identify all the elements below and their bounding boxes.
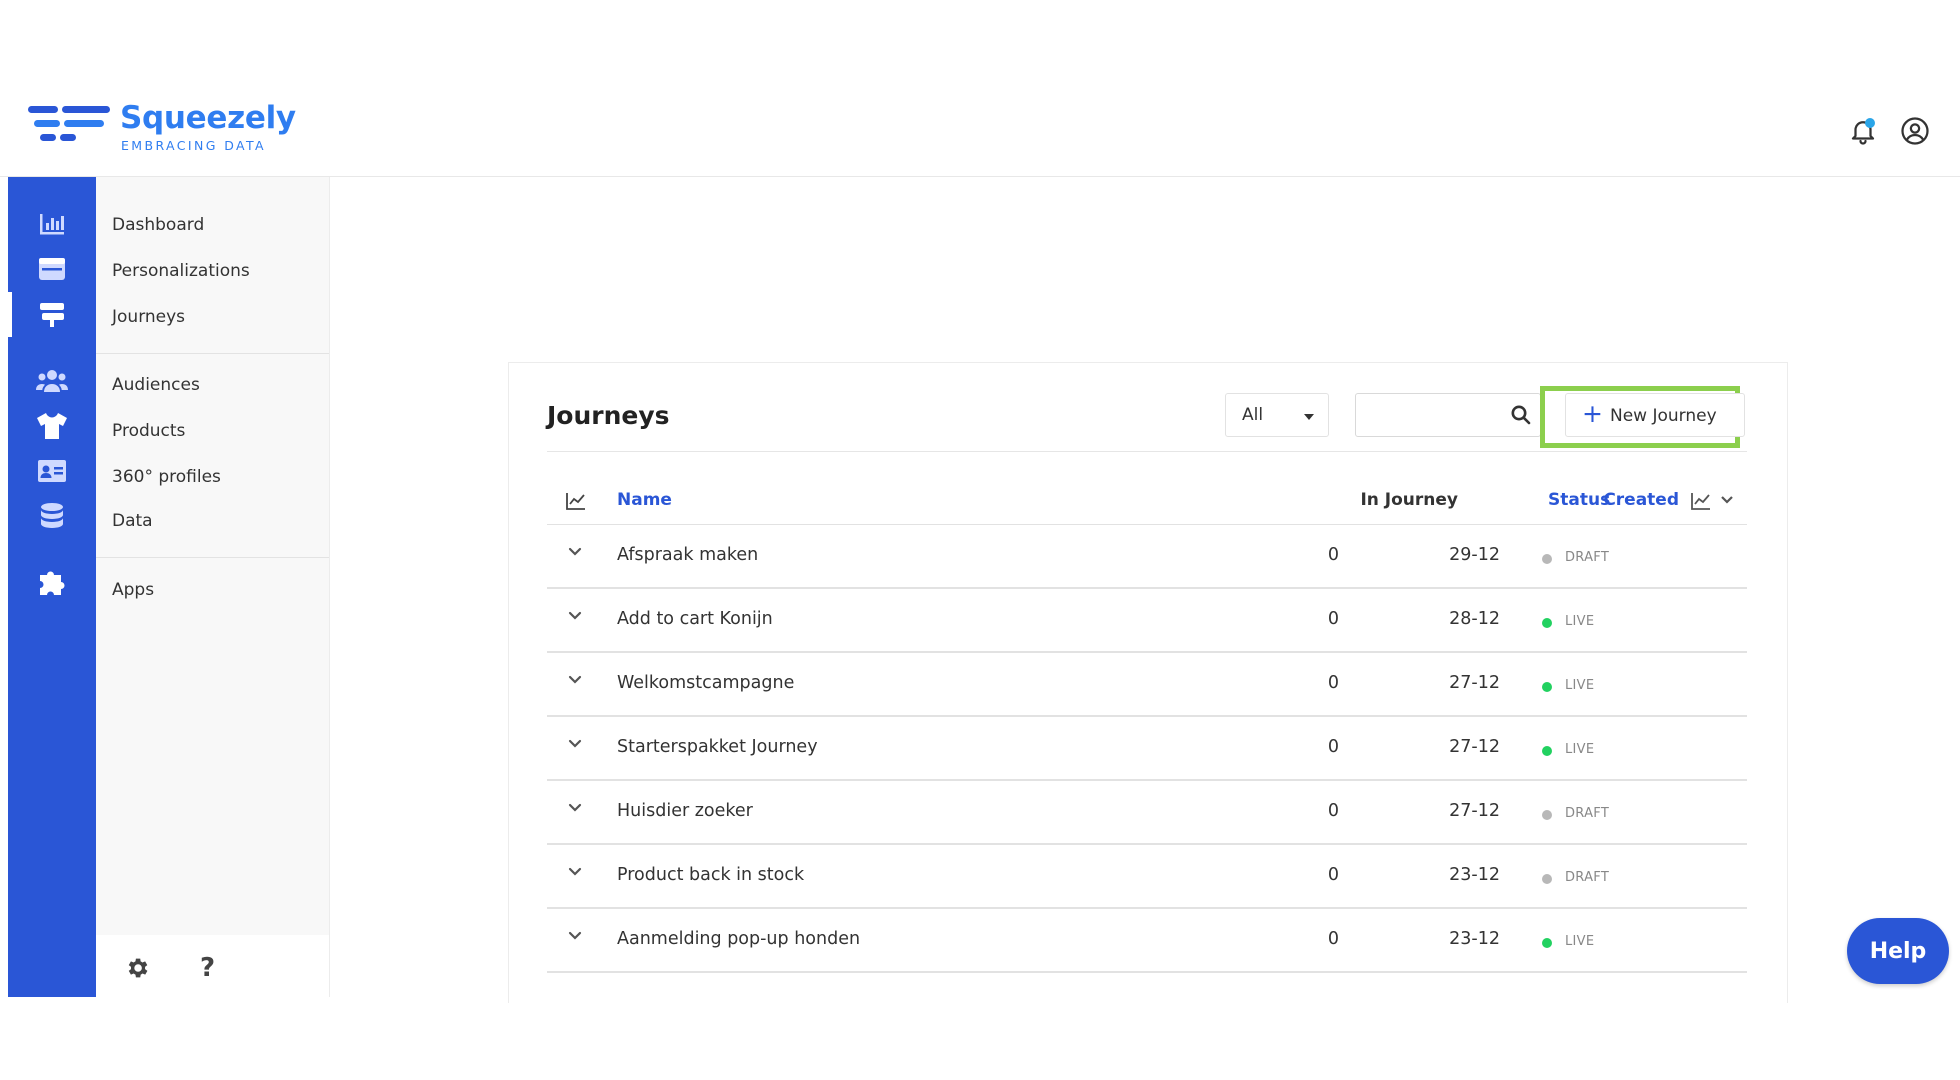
status-badge: DRAFT [1565,870,1610,885]
chevron-down-icon[interactable] [567,927,583,947]
nav-item-journeys[interactable]: Journeys [112,307,185,327]
gear-icon[interactable] [124,955,150,988]
in-journey-count: 0 [1327,545,1339,565]
brand-name: Squeezely [120,100,296,136]
search-box[interactable] [1355,393,1541,437]
plus-icon: + [1582,399,1603,428]
status-dot [1542,554,1552,564]
status-badge: DRAFT [1565,550,1610,565]
in-journey-count: 0 [1327,609,1339,629]
status-badge: DRAFT [1565,806,1610,821]
caret-down-icon [1304,414,1314,420]
created-date: 23-12 [1449,865,1500,885]
shirt-icon[interactable] [8,408,96,444]
chart-toggle-icon[interactable] [565,491,587,515]
table-row[interactable]: Aanmelding pop-up honden 0 23-12 LIVE [547,909,1747,973]
table-row[interactable]: Afspraak maken 0 29-12 DRAFT [547,525,1747,589]
table-row[interactable]: Starterspakket Journey 0 27-12 LIVE [547,717,1747,781]
status-badge: LIVE [1565,678,1595,693]
column-header-status[interactable]: Status [1548,490,1610,510]
sidebar-footer: ? [96,935,330,997]
journey-name[interactable]: Aanmelding pop-up honden [617,929,860,949]
new-journey-button[interactable]: + New Journey [1565,393,1745,437]
journeys-card: Journeys All + New Journey Name In Journ… [508,362,1788,1003]
nav-item-apps[interactable]: Apps [112,580,154,600]
status-filter-select[interactable]: All [1225,393,1329,437]
in-journey-count: 0 [1327,929,1339,949]
nav-divider [96,353,329,354]
notification-dot [1865,118,1875,128]
in-journey-count: 0 [1327,673,1339,693]
icon-rail [8,177,96,997]
window-icon[interactable] [8,251,96,287]
brand-tagline: EMBRACING DATA [121,138,266,153]
journey-name[interactable]: Welkomstcampagne [617,673,794,693]
column-header-in-journey: In Journey [1360,490,1458,510]
status-dot [1542,810,1552,820]
question-icon[interactable]: ? [200,953,215,983]
status-dot [1542,874,1552,884]
bell-icon[interactable] [1848,116,1878,146]
in-journey-count: 0 [1327,801,1339,821]
database-icon[interactable] [8,498,96,534]
journey-name[interactable]: Huisdier zoeker [617,801,753,821]
status-dot [1542,682,1552,692]
nav-item-data[interactable]: Data [112,511,153,531]
journey-name[interactable]: Product back in stock [617,865,804,885]
journey-name[interactable]: Afspraak maken [617,545,758,565]
chart-icon[interactable] [8,206,96,242]
nav-item-360-profiles[interactable]: 360° profiles [112,467,221,487]
nav-item-products[interactable]: Products [112,421,185,441]
users-icon[interactable] [8,363,96,399]
column-header-name[interactable]: Name [617,490,672,510]
page-title: Journeys [547,401,670,430]
status-dot [1542,618,1552,628]
table-row[interactable]: Huisdier zoeker 0 27-12 DRAFT [547,781,1747,845]
created-date: 28-12 [1449,609,1500,629]
top-bar: Squeezely EMBRACING DATA [0,100,1960,177]
status-badge: LIVE [1565,742,1595,757]
brand-logo[interactable]: Squeezely EMBRACING DATA [28,100,296,156]
new-journey-label: New Journey [1610,406,1717,426]
chevron-down-icon[interactable] [567,543,583,563]
nav-item-personalizations[interactable]: Personalizations [112,261,250,281]
help-button[interactable]: Help [1847,918,1949,984]
table-row[interactable]: Product back in stock 0 23-12 DRAFT [547,845,1747,909]
sidebar-nav: Dashboard Personalizations Journeys Audi… [96,177,330,935]
chevron-down-icon[interactable] [567,607,583,627]
created-date: 23-12 [1449,929,1500,949]
column-header-created[interactable]: Created [1603,490,1679,510]
journey-name[interactable]: Add to cart Konijn [617,609,773,629]
filter-selected-value: All [1242,405,1264,425]
status-badge: LIVE [1565,614,1595,629]
created-date: 29-12 [1449,545,1500,565]
status-badge: LIVE [1565,934,1595,949]
logo-mark-icon [28,106,110,141]
status-dot [1542,938,1552,948]
nav-item-audiences[interactable]: Audiences [112,375,200,395]
created-date: 27-12 [1449,801,1500,821]
table-row[interactable]: Add to cart Konijn 0 28-12 LIVE [547,589,1747,653]
chevron-down-icon[interactable] [567,735,583,755]
created-date: 27-12 [1449,673,1500,693]
id-card-icon[interactable] [8,453,96,489]
created-date: 27-12 [1449,737,1500,757]
chevron-down-icon[interactable] [567,863,583,883]
nav-item-dashboard[interactable]: Dashboard [112,215,204,235]
chart-options-icon[interactable] [1690,491,1742,515]
in-journey-count: 0 [1327,737,1339,757]
chevron-down-icon[interactable] [567,799,583,819]
title-divider [547,451,1747,452]
nav-divider [96,557,329,558]
journey-name[interactable]: Starterspakket Journey [617,737,818,757]
status-dot [1542,746,1552,756]
in-journey-count: 0 [1327,865,1339,885]
chevron-down-icon[interactable] [567,671,583,691]
table-row[interactable]: Welkomstcampagne 0 27-12 LIVE [547,653,1747,717]
search-icon[interactable] [1510,404,1532,430]
user-circle-icon[interactable] [1900,116,1930,146]
signpost-icon[interactable] [8,296,96,332]
search-input[interactable] [1362,400,1506,432]
puzzle-icon[interactable] [8,563,96,599]
